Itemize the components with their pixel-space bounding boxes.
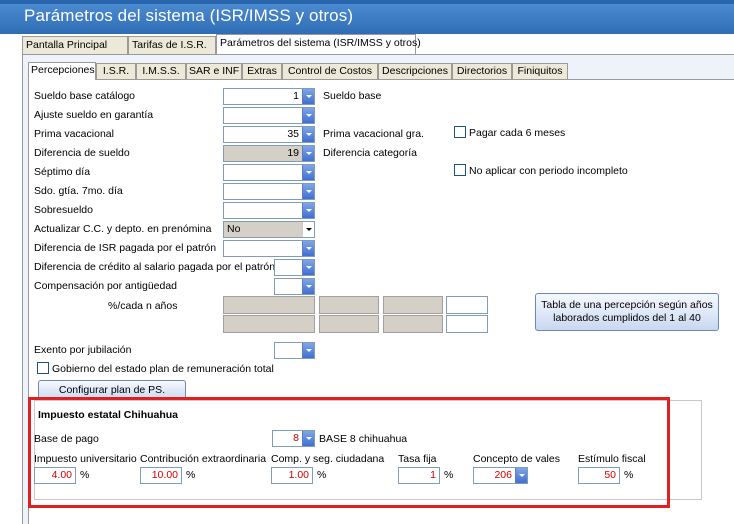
chevron-down-icon[interactable]	[302, 146, 314, 161]
septimo-dia-combo[interactable]	[223, 164, 315, 181]
pct-cell[interactable]	[223, 296, 315, 314]
exento-jubilacion-combo[interactable]	[274, 342, 315, 359]
years-cell[interactable]	[446, 315, 488, 333]
prima-vacacional-desc: Prima vacacional gra.	[323, 128, 424, 140]
sobresueldo-combo[interactable]	[223, 202, 315, 219]
tab-tarifas-isr[interactable]: Tarifas de I.S.R.	[128, 36, 216, 54]
sdo-gtia-label: Sdo. gtía. 7mo. día	[34, 185, 123, 197]
tab-finiquitos[interactable]: Finiquitos	[512, 63, 568, 80]
exento-jubilacion-label: Exento por jubilación	[34, 344, 132, 356]
sdo-gtia-combo[interactable]	[223, 183, 315, 200]
gobierno-checkbox[interactable]	[37, 362, 49, 374]
gobierno-label: Gobierno del estado plan de remuneración…	[52, 363, 274, 375]
dif-isr-combo[interactable]	[223, 240, 315, 257]
chevron-down-icon[interactable]	[302, 184, 314, 199]
dif-credito-combo[interactable]	[274, 259, 315, 276]
highlight-box	[28, 397, 670, 508]
prima-vacacional-label: Prima vacacional	[34, 128, 114, 140]
actualizar-cc-select[interactable]: No	[223, 221, 315, 238]
sueldo-base-desc: Sueldo base	[323, 90, 382, 102]
years-cell[interactable]	[383, 315, 443, 333]
prima-vacacional-combo[interactable]: 35	[223, 126, 315, 143]
actualizar-cc-label: Actualizar C.C. y depto. en prenómina	[34, 223, 212, 235]
chevron-down-icon[interactable]	[302, 260, 314, 275]
tab-descripciones[interactable]: Descripciones	[378, 63, 452, 80]
title-bar: Parámetros del sistema (ISR/IMSS y otros…	[0, 0, 734, 34]
ajuste-sueldo-label: Ajuste sueldo en garantía	[34, 109, 154, 121]
chevron-down-icon[interactable]	[302, 241, 314, 256]
pagar-6-meses-checkbox[interactable]	[454, 126, 466, 138]
chevron-down-icon[interactable]	[302, 165, 314, 180]
tab-parametros-sistema[interactable]: Parámetros del sistema (ISR/IMSS y otros…	[216, 34, 421, 54]
ajuste-sueldo-combo[interactable]	[223, 107, 315, 124]
dif-credito-label: Diferencia de crédito al salario pagada …	[34, 261, 276, 273]
pct-cell[interactable]	[446, 296, 488, 314]
comp-antiguedad-combo[interactable]	[274, 278, 315, 295]
tab-directorios[interactable]: Directorios	[452, 63, 512, 80]
no-aplicar-label: No aplicar con periodo incompleto	[469, 165, 628, 177]
diferencia-sueldo-label: Diferencia de sueldo	[34, 147, 130, 159]
chevron-down-icon[interactable]	[302, 203, 314, 218]
tab-imss[interactable]: I.M.S.S.	[136, 63, 186, 80]
sueldo-base-combo[interactable]: 1	[223, 88, 315, 105]
pct-cada-n-label: %/cada n años	[108, 300, 178, 312]
tab-sar-inf[interactable]: SAR e INF	[186, 63, 242, 80]
chevron-down-icon[interactable]	[302, 279, 314, 294]
diferencia-sueldo-desc: Diferencia categoría	[323, 147, 417, 159]
years-cell[interactable]	[319, 315, 379, 333]
window-title: Parámetros del sistema (ISR/IMSS y otros…	[24, 6, 354, 25]
dif-isr-label: Diferencia de ISR pagada por el patrón	[34, 242, 217, 254]
chevron-down-icon[interactable]	[302, 222, 314, 237]
chevron-down-icon[interactable]	[302, 343, 314, 358]
tab-percepciones[interactable]: Percepciones	[28, 62, 96, 80]
no-aplicar-checkbox[interactable]	[454, 164, 466, 176]
tabla-percepcion-button[interactable]: Tabla de una percepción según años labor…	[535, 293, 719, 331]
sobresueldo-label: Sobresueldo	[34, 204, 93, 216]
sueldo-base-label: Sueldo base catálogo	[34, 90, 135, 102]
tab-control-costos[interactable]: Control de Costos	[282, 63, 378, 80]
chevron-down-icon[interactable]	[302, 108, 314, 123]
septimo-dia-label: Séptimo día	[34, 166, 91, 178]
comp-antiguedad-label: Compensación por antigüedad	[34, 280, 178, 292]
pagar-6-meses-label: Pagar cada 6 meses	[469, 127, 566, 139]
tab-pantalla-principal[interactable]: Pantalla Principal	[22, 36, 128, 54]
chevron-down-icon[interactable]	[302, 89, 314, 104]
years-cell[interactable]	[223, 315, 315, 333]
tab-isr[interactable]: I.S.R.	[96, 63, 136, 80]
diferencia-sueldo-combo[interactable]: 19	[223, 145, 315, 162]
pct-cell[interactable]	[319, 296, 379, 314]
pct-cell[interactable]	[383, 296, 443, 314]
chevron-down-icon[interactable]	[302, 127, 314, 142]
tab-extras[interactable]: Extras	[242, 63, 282, 80]
